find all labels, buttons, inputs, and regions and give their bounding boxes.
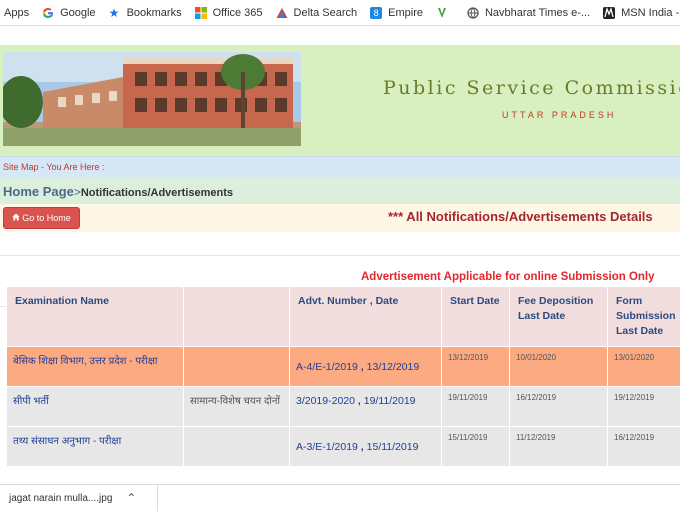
notifications-table: Examination Name Advt. Number , Date Sta… (6, 286, 680, 467)
download-item[interactable]: jagat narain mulla....jpg ⌃ (0, 485, 158, 511)
fee-date: 10/01/2020 (510, 347, 608, 387)
banner-title: Public Service Commission (383, 77, 680, 99)
start-date: 19/11/2019 (442, 387, 510, 427)
col-header-advt: Advt. Number , Date (290, 287, 442, 347)
advt-number: 3/2019-2020 , 19/11/2019 (290, 387, 442, 427)
delta-icon (276, 7, 288, 19)
advt-number: A-3/E-1/2019 , 15/11/2019 (290, 427, 442, 467)
col-header-exam-name: Examination Name (7, 287, 184, 347)
bookmark-bookmarks[interactable]: ★ Bookmarks (109, 7, 182, 19)
fee-date: 16/12/2019 (510, 387, 608, 427)
exam-name-link[interactable]: सीपी भर्ती (7, 387, 184, 427)
form-date: 13/01/2020 (608, 347, 680, 387)
bookmark-delta-search[interactable]: Delta Search (276, 7, 358, 19)
bookmark-apps[interactable]: Apps (4, 7, 29, 19)
breadcrumb-current: Notifications/Advertisements (81, 187, 233, 199)
exam-dept: सामान्य-विशेष चयन दोनों (184, 387, 290, 427)
google-icon (42, 7, 54, 19)
breadcrumb-home-link[interactable]: Home Page (3, 184, 74, 199)
sitemap-bar: Site Map - You Are Here : (0, 156, 680, 178)
bookmark-empire[interactable]: 8 Empire (370, 7, 423, 19)
notifications-title: *** All Notifications/Advertisements Det… (388, 209, 653, 224)
go-to-home-label: Go to Home (22, 213, 71, 223)
breadcrumb-separator: > (74, 185, 81, 199)
advt-date: 19/11/2019 (364, 395, 416, 407)
spacer (0, 232, 680, 256)
col-header-fee-date: Fee Deposition Last Date (510, 287, 608, 347)
exam-name-link[interactable]: तथ्य संसाधन अनुभाग - परीक्षा (7, 427, 184, 467)
bookmark-v[interactable] (436, 7, 454, 19)
building-photo (3, 52, 301, 146)
bookmark-label: Office 365 (213, 7, 263, 19)
bookmark-label: Google (60, 7, 95, 19)
globe-icon (467, 7, 479, 19)
table-row[interactable]: सीपी भर्ती सामान्य-विशेष चयन दोनों 3/201… (7, 387, 680, 427)
bookmark-label: Navbharat Times e-... (485, 7, 590, 19)
msn-icon (603, 7, 615, 19)
fee-date: 11/12/2019 (510, 427, 608, 467)
action-bar: Go to Home *** All Notifications/Adverti… (0, 204, 680, 232)
exam-dept (184, 347, 290, 387)
bookmark-label: Bookmarks (127, 7, 182, 19)
advt-code: A-4/E-1/2019 (296, 361, 358, 373)
download-bar: jagat narain mulla....jpg ⌃ (0, 484, 680, 510)
table-header-row: Examination Name Advt. Number , Date Sta… (7, 287, 680, 347)
go-to-home-button[interactable]: Go to Home (3, 207, 80, 229)
advt-code: 3/2019-2020 (296, 395, 355, 407)
advt-code: A-3/E-1/2019 (296, 441, 358, 453)
bookmark-label: Apps (4, 7, 29, 19)
chevron-up-icon[interactable]: ⌃ (126, 491, 136, 505)
start-date: 15/11/2019 (442, 427, 510, 467)
col-header-start-date: Start Date (442, 287, 510, 347)
exam-name-link[interactable]: बेसिक शिक्षा विभाग, उत्तर प्रदेश - परीक्… (7, 347, 184, 387)
table-row[interactable]: तथ्य संसाधन अनुभाग - परीक्षा A-3/E-1/201… (7, 427, 680, 467)
breadcrumb: Home Page>Notifications/Advertisements (0, 178, 680, 204)
advert-notice-text: Advertisement Applicable for online Subm… (361, 271, 655, 283)
exam-dept (184, 427, 290, 467)
advt-date: 15/11/2019 (367, 441, 419, 453)
col-header-form-date: Form Submission Last Date (608, 287, 680, 347)
download-filename[interactable]: jagat narain mulla....jpg (9, 493, 112, 504)
bookmark-google[interactable]: Google (42, 7, 95, 19)
sitemap-text: Site Map - You Are Here : (3, 162, 105, 172)
advt-number: A-4/E-1/2019 , 13/12/2019 (290, 347, 442, 387)
bookmark-msn[interactable]: MSN India - News,... (603, 7, 680, 19)
start-date: 13/12/2019 (442, 347, 510, 387)
form-date: 19/12/2019 (608, 387, 680, 427)
bookmark-label: Delta Search (294, 7, 358, 19)
form-date: 16/12/2019 (608, 427, 680, 467)
top-spacer (0, 26, 680, 46)
empire-icon: 8 (370, 7, 382, 19)
v-icon (436, 7, 448, 19)
home-icon (12, 213, 20, 223)
bookmarks-bar: Apps Google ★ Bookmarks Office 365 Delta… (0, 0, 680, 26)
star-icon: ★ (109, 7, 121, 19)
office-icon (195, 7, 207, 19)
bookmark-label: MSN India - News,... (621, 7, 680, 19)
notifications-table-wrapper: Examination Name Advt. Number , Date Sta… (6, 286, 680, 467)
table-row[interactable]: बेसिक शिक्षा विभाग, उत्तर प्रदेश - परीक्… (7, 347, 680, 387)
site-banner: Public Service Commission UTTAR PRADESH (0, 46, 680, 156)
bookmark-navbharat[interactable]: Navbharat Times e-... (467, 7, 590, 19)
banner-subtitle: UTTAR PRADESH (502, 110, 616, 120)
bookmark-label: Empire (388, 7, 423, 19)
col-header-blank (184, 287, 290, 347)
bookmark-office365[interactable]: Office 365 (195, 7, 263, 19)
advt-date: 13/12/2019 (367, 361, 420, 373)
